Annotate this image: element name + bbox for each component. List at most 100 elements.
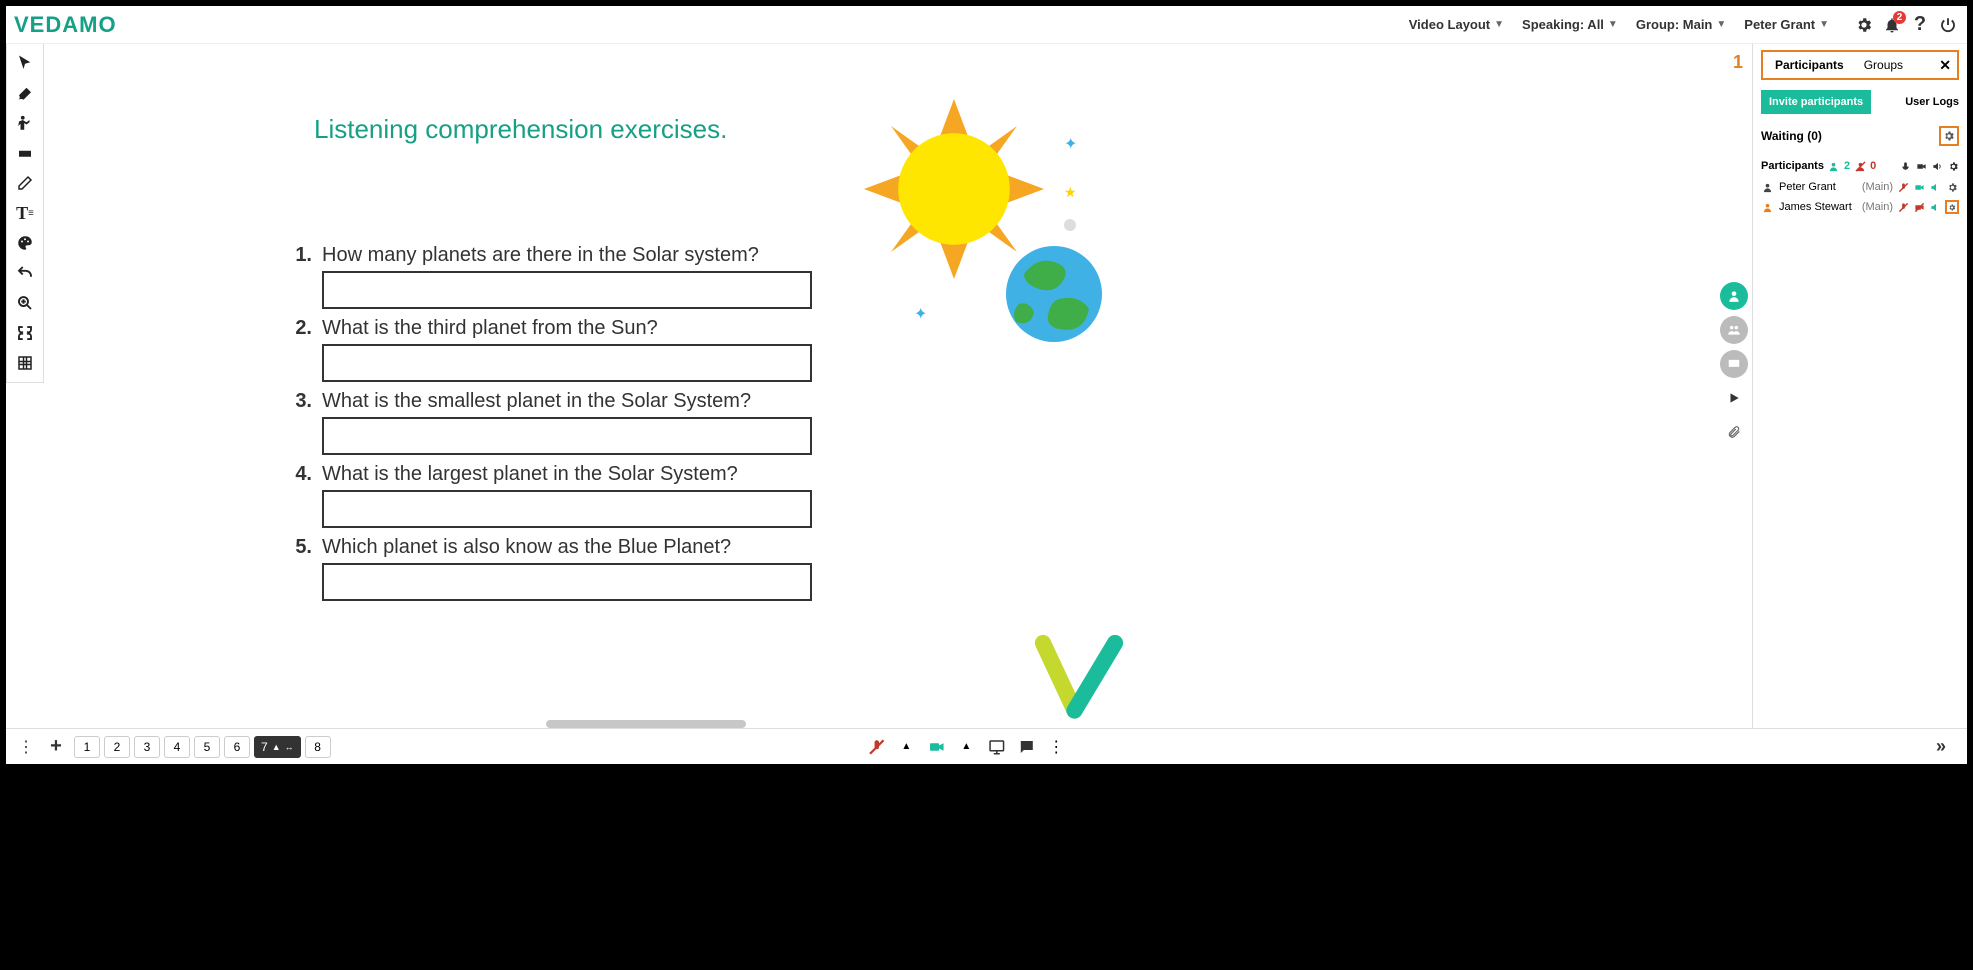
- camera-on-icon[interactable]: [1913, 181, 1925, 193]
- question-row: 2. What is the third planet from the Sun…: [288, 317, 812, 340]
- add-page-button[interactable]: +: [44, 735, 68, 759]
- page-button[interactable]: 3: [134, 736, 160, 758]
- text-tool[interactable]: T≡: [7, 198, 43, 228]
- question-number: 5.: [288, 536, 312, 559]
- horizontal-scrollbar[interactable]: [546, 720, 746, 728]
- notifications-icon[interactable]: 2: [1881, 14, 1903, 36]
- chevron-up-icon[interactable]: ▲: [955, 736, 977, 758]
- mic-off-icon[interactable]: [1897, 201, 1909, 213]
- right-rail: [1716, 276, 1752, 452]
- camera-off-icon[interactable]: [1913, 201, 1925, 213]
- page-button[interactable]: 6: [224, 736, 250, 758]
- page-button[interactable]: 4: [164, 736, 190, 758]
- brand-logo: VEDAMO: [14, 12, 117, 38]
- person-icon: [1828, 160, 1840, 172]
- participant-row[interactable]: Peter Grant (Main): [1761, 180, 1959, 194]
- tab-groups[interactable]: Groups: [1854, 54, 1913, 76]
- screenshare-icon[interactable]: [985, 736, 1007, 758]
- page-button[interactable]: 2: [104, 736, 130, 758]
- chevron-down-icon: ▼: [1716, 19, 1726, 30]
- participant-row[interactable]: James Stewart (Main): [1761, 200, 1959, 214]
- video-layout-menu[interactable]: Video Layout ▼: [1409, 17, 1504, 32]
- rail-participant-icon[interactable]: [1720, 282, 1748, 310]
- waiting-label: Waiting (0): [1761, 129, 1822, 143]
- power-icon[interactable]: [1937, 14, 1959, 36]
- question-text: Which planet is also know as the Blue Pl…: [322, 536, 731, 559]
- answer-input[interactable]: [322, 563, 812, 601]
- mic-off-icon[interactable]: [1897, 181, 1909, 193]
- chevron-up-icon[interactable]: ▲: [272, 742, 281, 752]
- camera-on-icon[interactable]: [925, 736, 947, 758]
- brush-tool[interactable]: [7, 78, 43, 108]
- group-menu[interactable]: Group: Main ▼: [1636, 17, 1726, 32]
- bottombar: ⋮ + 1 2 3 4 5 6 7 ▲ ↔ 8 ▲ ▲ ⋮ »: [6, 728, 1967, 764]
- earth-illustration: [1004, 244, 1104, 344]
- rail-attach-icon[interactable]: [1720, 418, 1748, 446]
- undo-tool[interactable]: [7, 258, 43, 288]
- presenter-tool[interactable]: [7, 108, 43, 138]
- page-button-active[interactable]: 7 ▲ ↔: [254, 736, 301, 758]
- chevron-down-icon: ▼: [1819, 19, 1829, 30]
- whiteboard[interactable]: Listening comprehension exercises. 1. Ho…: [44, 44, 1712, 728]
- pointer-tool[interactable]: [7, 48, 43, 78]
- rail-group-icon[interactable]: [1720, 316, 1748, 344]
- speaker-icon[interactable]: [1931, 160, 1943, 172]
- chat-icon[interactable]: [1015, 736, 1037, 758]
- answer-input[interactable]: [322, 271, 812, 309]
- tab-participants[interactable]: Participants: [1765, 54, 1854, 76]
- annotation-1: 1: [1733, 52, 1743, 73]
- question-number: 4.: [288, 463, 312, 486]
- help-icon[interactable]: ?: [1909, 14, 1931, 36]
- userlogs-link[interactable]: User Logs: [1905, 96, 1959, 108]
- speaker-on-icon[interactable]: [1929, 201, 1941, 213]
- grid-tool[interactable]: [7, 348, 43, 378]
- eraser-tool[interactable]: [7, 168, 43, 198]
- video-layout-label: Video Layout: [1409, 17, 1490, 32]
- settings-icon[interactable]: [1853, 14, 1875, 36]
- page-button[interactable]: 5: [194, 736, 220, 758]
- participant-name: Peter Grant: [1779, 181, 1836, 193]
- user-menu[interactable]: Peter Grant ▼: [1744, 17, 1829, 32]
- close-icon[interactable]: ✕: [1935, 57, 1955, 74]
- expand-icon[interactable]: »: [1929, 735, 1953, 759]
- shape-tool[interactable]: [7, 138, 43, 168]
- row-settings-icon[interactable]: [1945, 200, 1959, 214]
- page-button[interactable]: 1: [74, 736, 100, 758]
- palette-tool[interactable]: [7, 228, 43, 258]
- question-number: 3.: [288, 390, 312, 413]
- user-label: Peter Grant: [1744, 17, 1815, 32]
- row-settings-icon[interactable]: [1945, 180, 1959, 194]
- answer-input[interactable]: [322, 417, 812, 455]
- question-row: 3. What is the smallest planet in the So…: [288, 390, 812, 413]
- question-row: 5. Which planet is also know as the Blue…: [288, 536, 812, 559]
- chevron-down-icon: ▼: [1494, 19, 1504, 30]
- speaker-on-icon[interactable]: [1929, 181, 1941, 193]
- participants-header: Participants 2 0: [1761, 160, 1959, 172]
- mic-off-icon[interactable]: [865, 736, 887, 758]
- star-decor: ★: [1064, 184, 1070, 190]
- person-icon: [1761, 201, 1773, 213]
- rail-screen-icon[interactable]: [1720, 350, 1748, 378]
- move-icon[interactable]: ↔: [285, 742, 294, 752]
- star-decor: ✦: [1064, 134, 1070, 140]
- page-button[interactable]: 8: [305, 736, 331, 758]
- fitscreen-tool[interactable]: [7, 318, 43, 348]
- answer-input[interactable]: [322, 490, 812, 528]
- person-off-icon: [1854, 160, 1866, 172]
- chevron-up-icon[interactable]: ▲: [895, 736, 917, 758]
- rail-play-icon[interactable]: [1720, 384, 1748, 412]
- waiting-settings-button[interactable]: [1939, 126, 1959, 146]
- participant-name: James Stewart: [1779, 201, 1852, 213]
- more-icon[interactable]: ⋮: [1045, 736, 1067, 758]
- gear-icon[interactable]: [1947, 160, 1959, 172]
- speaking-menu[interactable]: Speaking: All ▼: [1522, 17, 1618, 32]
- mic-icon[interactable]: [1899, 160, 1911, 172]
- more-icon[interactable]: ⋮: [14, 735, 38, 759]
- question-row: 4. What is the largest planet in the Sol…: [288, 463, 812, 486]
- bottom-center-controls: ▲ ▲ ⋮: [865, 736, 1067, 758]
- camera-icon[interactable]: [1915, 160, 1927, 172]
- page-number: 7: [261, 740, 268, 754]
- zoom-tool[interactable]: [7, 288, 43, 318]
- invite-button[interactable]: Invite participants: [1761, 90, 1871, 114]
- answer-input[interactable]: [322, 344, 812, 382]
